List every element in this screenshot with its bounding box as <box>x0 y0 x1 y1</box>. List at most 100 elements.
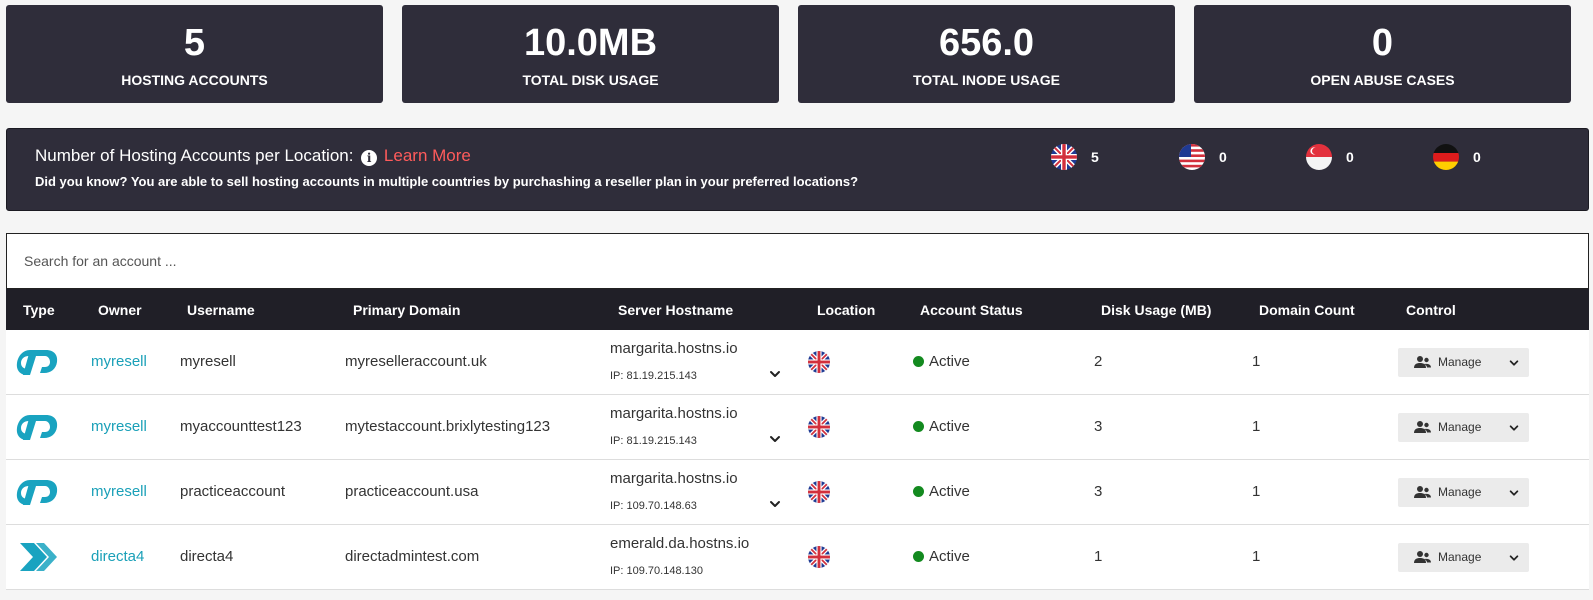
primary-domain-cell: mytestaccount.brixlytesting123 <box>345 418 551 435</box>
location-subtitle: Did you know? You are able to sell hosti… <box>35 174 859 189</box>
owner-link[interactable]: myresell <box>91 483 147 501</box>
column-header-type[interactable]: Type <box>23 301 55 319</box>
hostname-cell: margarita.hostns.io <box>610 470 738 487</box>
owner-link[interactable]: directa4 <box>91 548 144 566</box>
account-search <box>6 233 1589 289</box>
manage-label: Manage <box>1438 420 1482 434</box>
status-badge: Active <box>913 548 970 566</box>
location-count: 0 <box>1473 149 1481 165</box>
status-text: Active <box>929 353 970 370</box>
domain-count-cell: 1 <box>1252 483 1261 500</box>
disk-usage-cell: 3 <box>1094 418 1103 435</box>
chevron-down-icon[interactable] <box>768 497 782 511</box>
chevron-down-icon[interactable] <box>768 432 782 446</box>
column-header-username[interactable]: Username <box>187 301 255 319</box>
hostname-cell: emerald.da.hostns.io <box>610 535 750 552</box>
column-header-location[interactable]: Location <box>817 301 875 319</box>
stat-value: 5 <box>183 22 206 64</box>
manage-button[interactable]: Manage <box>1398 413 1529 442</box>
info-icon: i <box>361 150 378 166</box>
uk-flag-icon <box>808 351 830 373</box>
chevron-down-icon[interactable] <box>768 367 782 381</box>
uk-flag-icon <box>808 481 830 503</box>
stat-label: TOTAL DISK USAGE <box>522 72 659 88</box>
username-cell: practiceaccount <box>180 483 286 500</box>
users-cog-icon <box>1414 355 1431 370</box>
stat-label: OPEN ABUSE CASES <box>1310 72 1455 88</box>
stat-value: 0 <box>1371 22 1394 64</box>
status-text: Active <box>929 418 970 435</box>
chevron-down-icon[interactable] <box>1508 487 1520 499</box>
primary-domain-cell: practiceaccount.usa <box>345 483 479 500</box>
chevron-down-icon[interactable] <box>1508 552 1520 564</box>
location-panel: Number of Hosting Accounts per Location:… <box>6 128 1589 211</box>
status-badge: Active <box>913 418 970 436</box>
search-input[interactable] <box>7 234 1588 288</box>
stat-value: 656.0 <box>938 22 1035 64</box>
column-header-server-hostname[interactable]: Server Hostname <box>618 301 733 319</box>
manage-button[interactable]: Manage <box>1398 348 1529 377</box>
hostname-cell: margarita.hostns.io <box>610 340 738 357</box>
cpanel-icon <box>16 410 60 444</box>
manage-label: Manage <box>1438 485 1482 499</box>
column-header-primary-domain[interactable]: Primary Domain <box>353 301 460 319</box>
stat-label: HOSTING ACCOUNTS <box>121 72 268 88</box>
cpanel-icon <box>16 345 60 379</box>
disk-usage-cell: 3 <box>1094 483 1103 500</box>
uk-flag-icon <box>1051 144 1077 170</box>
ip-cell: IP: 81.19.215.143 <box>610 370 697 382</box>
manage-button[interactable]: Manage <box>1398 478 1529 507</box>
table-row: myresell myresell myreselleraccount.uk m… <box>6 330 1589 395</box>
username-cell: myaccounttest123 <box>180 418 302 435</box>
status-badge: Active <box>913 483 970 501</box>
status-text: Active <box>929 483 970 500</box>
column-header-domain-count[interactable]: Domain Count <box>1259 301 1355 319</box>
uk-flag-icon <box>808 546 830 568</box>
chevron-down-icon[interactable] <box>1508 357 1520 369</box>
location-us: 0 <box>1179 144 1227 172</box>
table-row: directa4 directa4 directadmintest.com em… <box>6 525 1589 590</box>
learn-more-link[interactable]: Learn More <box>384 146 471 165</box>
column-header-disk-usage[interactable]: Disk Usage (MB) <box>1101 301 1211 319</box>
germany-flag-icon <box>1433 144 1459 170</box>
stat-total-inode-usage: 656.0 TOTAL INODE USAGE <box>798 5 1175 103</box>
location-uk: 5 <box>1051 144 1099 172</box>
status-dot-icon <box>913 356 924 367</box>
cpanel-icon <box>16 475 60 509</box>
users-cog-icon <box>1414 420 1431 435</box>
location-singapore: 0 <box>1306 144 1354 172</box>
disk-usage-cell: 2 <box>1094 353 1103 370</box>
ip-cell: IP: 109.70.148.63 <box>610 500 697 512</box>
singapore-flag-icon <box>1306 144 1332 170</box>
table-row: myresell practiceaccount practiceaccount… <box>6 460 1589 525</box>
username-cell: directa4 <box>180 548 234 565</box>
uk-flag-icon <box>808 416 830 438</box>
stats-bar: 5 HOSTING ACCOUNTS 10.0MB TOTAL DISK USA… <box>6 5 1589 103</box>
manage-label: Manage <box>1438 355 1482 369</box>
disk-usage-cell: 1 <box>1094 548 1103 565</box>
table-row: myresell myaccounttest123 mytestaccount.… <box>6 395 1589 460</box>
location-germany: 0 <box>1433 144 1481 172</box>
owner-link[interactable]: myresell <box>91 418 147 436</box>
status-dot-icon <box>913 486 924 497</box>
chevron-down-icon[interactable] <box>1508 422 1520 434</box>
status-badge: Active <box>913 353 970 371</box>
stat-label: TOTAL INODE USAGE <box>912 72 1060 88</box>
us-flag-icon <box>1179 144 1205 170</box>
domain-count-cell: 1 <box>1252 353 1261 370</box>
stat-total-disk-usage: 10.0MB TOTAL DISK USAGE <box>402 5 779 103</box>
manage-label: Manage <box>1438 550 1482 564</box>
manage-button[interactable]: Manage <box>1398 543 1529 572</box>
domain-count-cell: 1 <box>1252 418 1261 435</box>
location-count: 5 <box>1091 149 1099 165</box>
hostname-cell: margarita.hostns.io <box>610 405 738 422</box>
owner-link[interactable]: myresell <box>91 353 147 371</box>
column-header-owner[interactable]: Owner <box>98 301 142 319</box>
stat-open-abuse-cases: 0 OPEN ABUSE CASES <box>1194 5 1571 103</box>
username-cell: myresell <box>180 353 236 370</box>
column-header-account-status[interactable]: Account Status <box>920 301 1023 319</box>
column-header-control: Control <box>1406 302 1456 318</box>
location-title-text: Number of Hosting Accounts per Location: <box>35 146 354 165</box>
primary-domain-cell: directadmintest.com <box>345 548 480 565</box>
stat-hosting-accounts: 5 HOSTING ACCOUNTS <box>6 5 383 103</box>
